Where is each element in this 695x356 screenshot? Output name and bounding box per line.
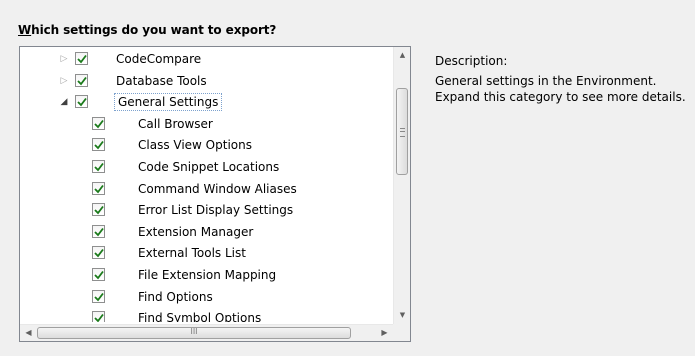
heading-accelerator: W xyxy=(18,23,32,37)
checkmark-icon xyxy=(77,76,87,85)
tree-item-label[interactable]: Database Tools xyxy=(114,73,209,89)
checkbox[interactable] xyxy=(92,311,105,322)
vertical-scroll-thumb[interactable] xyxy=(396,88,408,175)
tree-item-label[interactable]: File Extension Mapping xyxy=(136,267,278,283)
checkmark-icon xyxy=(94,184,104,193)
tree-item[interactable]: Class View Options xyxy=(20,135,393,156)
tree-item[interactable]: Code Snippet Locations xyxy=(20,157,393,178)
grip-icon xyxy=(400,128,405,137)
tree-item[interactable]: ▷ Database Tools xyxy=(20,71,393,92)
checkmark-icon xyxy=(94,270,104,280)
collapsed-triangle-icon[interactable]: ▷ xyxy=(59,54,69,64)
checkmark-icon xyxy=(94,162,104,172)
collapsed-triangle-icon[interactable]: ▷ xyxy=(59,76,69,86)
tree-item-label[interactable]: CodeCompare xyxy=(114,51,203,67)
checkbox[interactable] xyxy=(92,203,105,217)
scroll-down-arrow-icon[interactable]: ▼ xyxy=(394,307,410,324)
checkbox[interactable] xyxy=(92,224,105,238)
tree-item[interactable]: Find Options xyxy=(20,287,393,308)
tree-item-label[interactable]: Class View Options xyxy=(136,137,254,153)
tree-item[interactable]: Extension Manager xyxy=(20,222,393,243)
tree-item[interactable]: External Tools List xyxy=(20,243,393,264)
checkbox[interactable] xyxy=(92,138,105,152)
tree-item-label[interactable]: Call Browser xyxy=(136,116,215,132)
tree-rows: ▷ CodeCompare ▷ Database Tools ◢ General Sett… xyxy=(20,49,393,322)
checkmark-icon xyxy=(94,141,104,150)
tree-item-label[interactable]: Error List Display Settings xyxy=(136,202,295,218)
scroll-corner xyxy=(393,324,410,341)
heading-text: hich settings do you want to export? xyxy=(31,23,277,37)
checkmark-icon xyxy=(94,227,104,237)
checkbox[interactable] xyxy=(92,160,105,173)
checkmark-icon xyxy=(94,249,104,258)
tree-item-label[interactable]: General Settings xyxy=(114,93,223,112)
checkmark-icon xyxy=(77,98,87,107)
expanded-triangle-icon[interactable]: ◢ xyxy=(59,97,69,107)
checkmark-icon xyxy=(94,292,104,301)
checkbox[interactable] xyxy=(75,52,88,65)
description-panel: Description: General settings in the Env… xyxy=(435,53,686,105)
tree-item[interactable]: ▷ CodeCompare xyxy=(20,49,393,70)
tree-item[interactable]: File Extension Mapping xyxy=(20,265,393,286)
horizontal-scrollbar[interactable]: ◀ III ▶ xyxy=(20,324,393,341)
tree-item[interactable]: Command Window Aliases xyxy=(20,179,393,200)
tree-item-label[interactable]: Extension Manager xyxy=(136,224,255,240)
checkbox[interactable] xyxy=(92,246,105,260)
settings-heading: Which settings do you want to export? xyxy=(18,23,276,37)
description-line-1: General settings in the Environment. xyxy=(435,74,657,88)
checkbox[interactable] xyxy=(92,116,105,130)
checkmark-icon xyxy=(77,54,87,64)
settings-tree[interactable]: ▷ CodeCompare ▷ Database Tools ◢ General Sett… xyxy=(19,46,411,342)
checkbox[interactable] xyxy=(92,268,105,281)
tree-item-label[interactable]: Command Window Aliases xyxy=(136,181,299,197)
checkbox[interactable] xyxy=(92,289,105,303)
tree-item-label[interactable]: Find Options xyxy=(136,289,215,305)
tree-item[interactable]: Call Browser xyxy=(20,114,393,135)
tree-item-label[interactable]: External Tools List xyxy=(136,245,248,261)
checkbox[interactable] xyxy=(92,181,105,195)
scroll-up-arrow-icon[interactable]: ▲ xyxy=(394,47,410,64)
description-title: Description: xyxy=(435,54,508,68)
horizontal-scroll-thumb[interactable]: III xyxy=(37,327,351,339)
checkbox[interactable] xyxy=(75,95,88,109)
scroll-right-arrow-icon[interactable]: ▶ xyxy=(376,325,393,341)
tree-item[interactable]: Find Symbol Options xyxy=(20,308,393,322)
tree-item[interactable]: ◢ General Settings xyxy=(20,92,393,113)
tree-item-label[interactable]: Find Symbol Options xyxy=(136,310,263,322)
checkmark-icon xyxy=(94,119,104,129)
tree-item[interactable]: Error List Display Settings xyxy=(20,200,393,221)
description-line-2: Expand this category to see more details… xyxy=(435,90,686,104)
scroll-left-arrow-icon[interactable]: ◀ xyxy=(20,325,37,341)
tree-item-label[interactable]: Code Snippet Locations xyxy=(136,159,281,175)
vertical-scrollbar[interactable]: ▲ ▼ xyxy=(393,47,410,324)
checkmark-icon xyxy=(94,206,104,215)
checkbox[interactable] xyxy=(75,73,88,87)
checkmark-icon xyxy=(94,314,104,322)
